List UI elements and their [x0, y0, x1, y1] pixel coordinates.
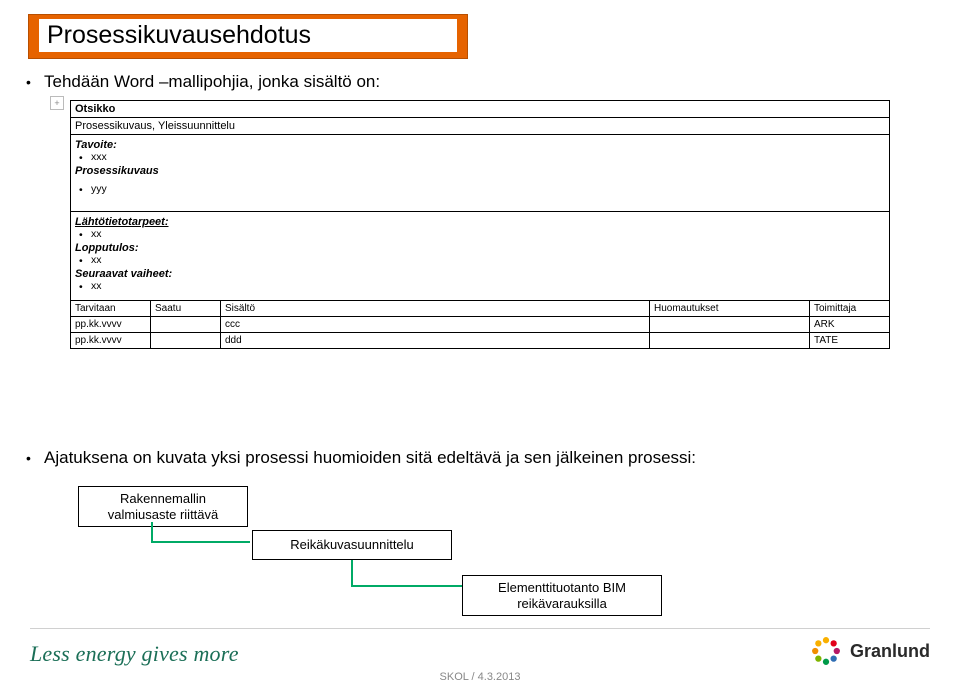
ws-tavoite-section: Tavoite: xxx Prosessikuvaus yyy — [70, 134, 890, 212]
ws-lopputulos-val: xx — [75, 254, 885, 266]
fb3-line1: Elementtituotanto BIM — [498, 580, 626, 595]
ws-table: Tarvitaan Saatu Sisältö Huomautukset Toi… — [70, 300, 890, 349]
cell-tarvitaan: pp.kk.vvvv — [71, 317, 151, 333]
ws-prosessikuvaus-val: yyy — [75, 183, 885, 195]
cell-toimittaja: ARK — [810, 317, 890, 333]
brand-logo: Granlund — [808, 633, 930, 669]
table-header-row: Tarvitaan Saatu Sisältö Huomautukset Toi… — [71, 301, 890, 317]
cell-huom — [650, 333, 810, 349]
cell-saatu — [151, 333, 221, 349]
ws-lopputulos-label: Lopputulos: — [75, 242, 885, 254]
th-sisalto: Sisältö — [221, 301, 650, 317]
bullet-process-idea: Ajatuksena on kuvata yksi prosessi huomi… — [44, 448, 696, 468]
flow-box-reikakuvasuunnittelu: Reikäkuvasuunnittelu — [252, 530, 452, 560]
ws-seur-label: Seuraavat vaiheet: — [75, 268, 885, 280]
th-saatu: Saatu — [151, 301, 221, 317]
flow-box-rakennemalli: Rakennemallin valmiusaste riittävä — [78, 486, 248, 527]
th-tarvitaan: Tarvitaan — [71, 301, 151, 317]
ws-prosessikuvaus-label: Prosessikuvaus — [75, 165, 885, 177]
ws-lahto-section: Lähtötietotarpeet: xx Lopputulos: xx Seu… — [70, 211, 890, 301]
fb1-line1: Rakennemallin — [120, 491, 206, 506]
ws-tavoite-label: Tavoite: — [75, 139, 885, 151]
cell-saatu — [151, 317, 221, 333]
th-huomautukset: Huomautukset — [650, 301, 810, 317]
flow-box-elementtituotanto: Elementtituotanto BIM reikävarauksilla — [462, 575, 662, 616]
footer-divider — [30, 628, 930, 629]
cell-huom — [650, 317, 810, 333]
word-template-screenshot: + Otsikko Prosessikuvaus, Yleissuunnitte… — [70, 100, 890, 349]
connector-2 — [350, 558, 470, 592]
sun-burst-icon — [808, 633, 844, 669]
fb3-line2: reikävarauksilla — [517, 596, 607, 611]
cell-tarvitaan: pp.kk.vvvv — [71, 333, 151, 349]
cell-toimittaja: TATE — [810, 333, 890, 349]
ws-header2: Prosessikuvaus, Yleissuunnittelu — [70, 117, 890, 135]
ws-lahto-label: Lähtötietotarpeet: — [75, 216, 885, 228]
slide-title-banner: Prosessikuvausehdotus — [28, 14, 468, 59]
table-row: pp.kk.vvvv ddd TATE — [71, 333, 890, 349]
ws-lahto-val: xx — [75, 228, 885, 240]
ws-seur-val: xx — [75, 280, 885, 292]
cell-sisalto: ddd — [221, 333, 650, 349]
fb1-line2: valmiusaste riittävä — [108, 507, 219, 522]
th-toimittaja: Toimittaja — [810, 301, 890, 317]
slide-title: Prosessikuvausehdotus — [39, 19, 457, 52]
brand-name: Granlund — [850, 641, 930, 662]
table-row: pp.kk.vvvv ccc ARK — [71, 317, 890, 333]
ws-tavoite-val: xxx — [75, 151, 885, 163]
bullet-intro: Tehdään Word –mallipohjia, jonka sisältö… — [44, 72, 380, 92]
ws-otsikko: Otsikko — [70, 100, 890, 118]
cell-sisalto: ccc — [221, 317, 650, 333]
anchor-marker: + — [50, 96, 64, 110]
footer-center: SKOL / 4.3.2013 — [0, 671, 960, 683]
slogan: Less energy gives more — [30, 641, 239, 667]
